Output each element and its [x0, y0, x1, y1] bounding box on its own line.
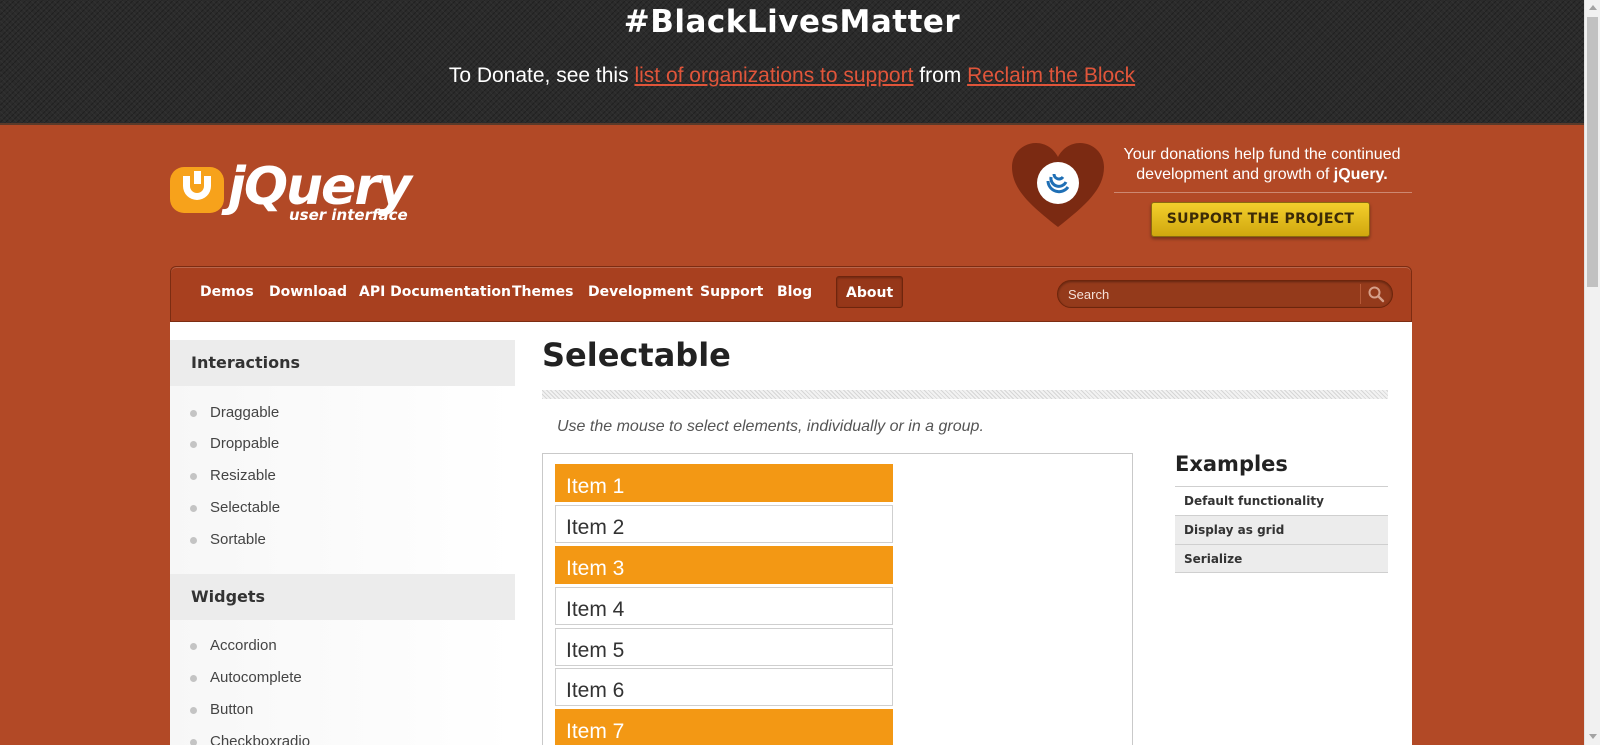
selectable-item-5[interactable]: Item 5 [555, 628, 893, 666]
nav-item-blog[interactable]: Blog [768, 276, 821, 308]
selectable-item-7[interactable]: Item 7 [555, 709, 893, 745]
reclaim-the-block-link[interactable]: Reclaim the Block [967, 64, 1135, 87]
nav-item-themes[interactable]: Themes [503, 276, 582, 308]
banner-donate-line: To Donate, see this list of organization… [0, 64, 1584, 88]
sidebar-heading-widgets: Widgets [170, 574, 515, 620]
support-project-button[interactable]: SUPPORT THE PROJECT [1151, 202, 1370, 237]
sidebar-item-autocomplete[interactable]: Autocomplete [190, 668, 302, 688]
donate-brand: jQuery. [1333, 166, 1388, 183]
sidebar-item-button[interactable]: Button [189, 700, 253, 720]
example-serialize[interactable]: Serialize [1175, 544, 1388, 573]
selectable-item-1[interactable]: Item 1 [555, 464, 893, 502]
banner-prefix: To Donate, see this [448, 64, 635, 87]
selectable-item-3[interactable]: Item 3 [555, 546, 893, 584]
page-title: Selectable [542, 336, 731, 374]
blm-banner: #BlackLivesMatter To Donate, see this li… [0, 0, 1584, 125]
example-default-functionality[interactable]: Default functionality [1175, 486, 1388, 515]
main-nav: Demos Download API Documentation Themes … [170, 266, 1412, 322]
search-divider [1360, 284, 1361, 304]
banner-middle: from [913, 64, 968, 87]
title-divider [542, 390, 1388, 399]
content-area: Interactions Draggable Droppable Resizab… [170, 322, 1412, 745]
nav-item-development[interactable]: Development [579, 276, 702, 308]
donate-text: Your donations help fund the continued d… [1112, 145, 1412, 185]
jquery-ui-logo[interactable]: jQuery user interface [170, 157, 430, 233]
banner-title: #BlackLivesMatter [623, 4, 961, 40]
example-display-as-grid[interactable]: Display as grid [1175, 515, 1388, 544]
logo-subtext: user interface [289, 206, 408, 224]
sidebar-item-checkboxradio[interactable]: Checkboxradio [189, 732, 310, 745]
selectable-item-2[interactable]: Item 2 [555, 505, 893, 543]
scroll-up-arrow-icon[interactable] [1589, 5, 1597, 10]
selectable-item-6[interactable]: Item 6 [555, 668, 893, 706]
donate-box: Your donations help fund the continued d… [1010, 140, 1412, 240]
organizations-link[interactable]: list of organizations to support [634, 64, 913, 87]
sidebar-heading-interactions: Interactions [170, 340, 515, 386]
sidebar-item-accordion[interactable]: Accordion [190, 636, 277, 656]
nav-item-download[interactable]: Download [260, 276, 356, 308]
search-input[interactable] [1068, 284, 1348, 304]
examples-list: Default functionality Display as grid Se… [1175, 486, 1388, 573]
sidebar-item-sortable[interactable]: Sortable [190, 530, 266, 550]
nav-item-demos[interactable]: Demos [191, 276, 263, 308]
sidebar: Interactions Draggable Droppable Resizab… [170, 340, 515, 745]
search-icon[interactable] [1367, 285, 1385, 303]
page-description: Use the mouse to select elements, indivi… [557, 418, 984, 435]
nav-item-api-documentation[interactable]: API Documentation [350, 276, 520, 308]
sidebar-item-resizable[interactable]: Resizable [190, 466, 276, 486]
heart-icon [1012, 143, 1104, 227]
sidebar-item-droppable[interactable]: Droppable [189, 434, 279, 454]
selectable-item-4[interactable]: Item 4 [555, 587, 893, 625]
demo-frame: Item 1 Item 2 Item 3 Item 4 Item 5 Item … [542, 453, 1133, 745]
search-box [1057, 280, 1393, 308]
examples-heading: Examples [1175, 452, 1288, 476]
scrollbar-thumb[interactable] [1587, 17, 1598, 287]
sidebar-item-draggable[interactable]: Draggable [189, 403, 279, 423]
nav-item-support[interactable]: Support [691, 276, 772, 308]
jquery-ui-logo-icon [170, 167, 224, 213]
sidebar-item-selectable[interactable]: Selectable [189, 498, 280, 518]
donate-divider [1114, 192, 1412, 193]
nav-item-about[interactable]: About [836, 276, 904, 308]
page-scrollbar[interactable] [1584, 0, 1600, 745]
scroll-down-arrow-icon[interactable] [1589, 734, 1597, 739]
